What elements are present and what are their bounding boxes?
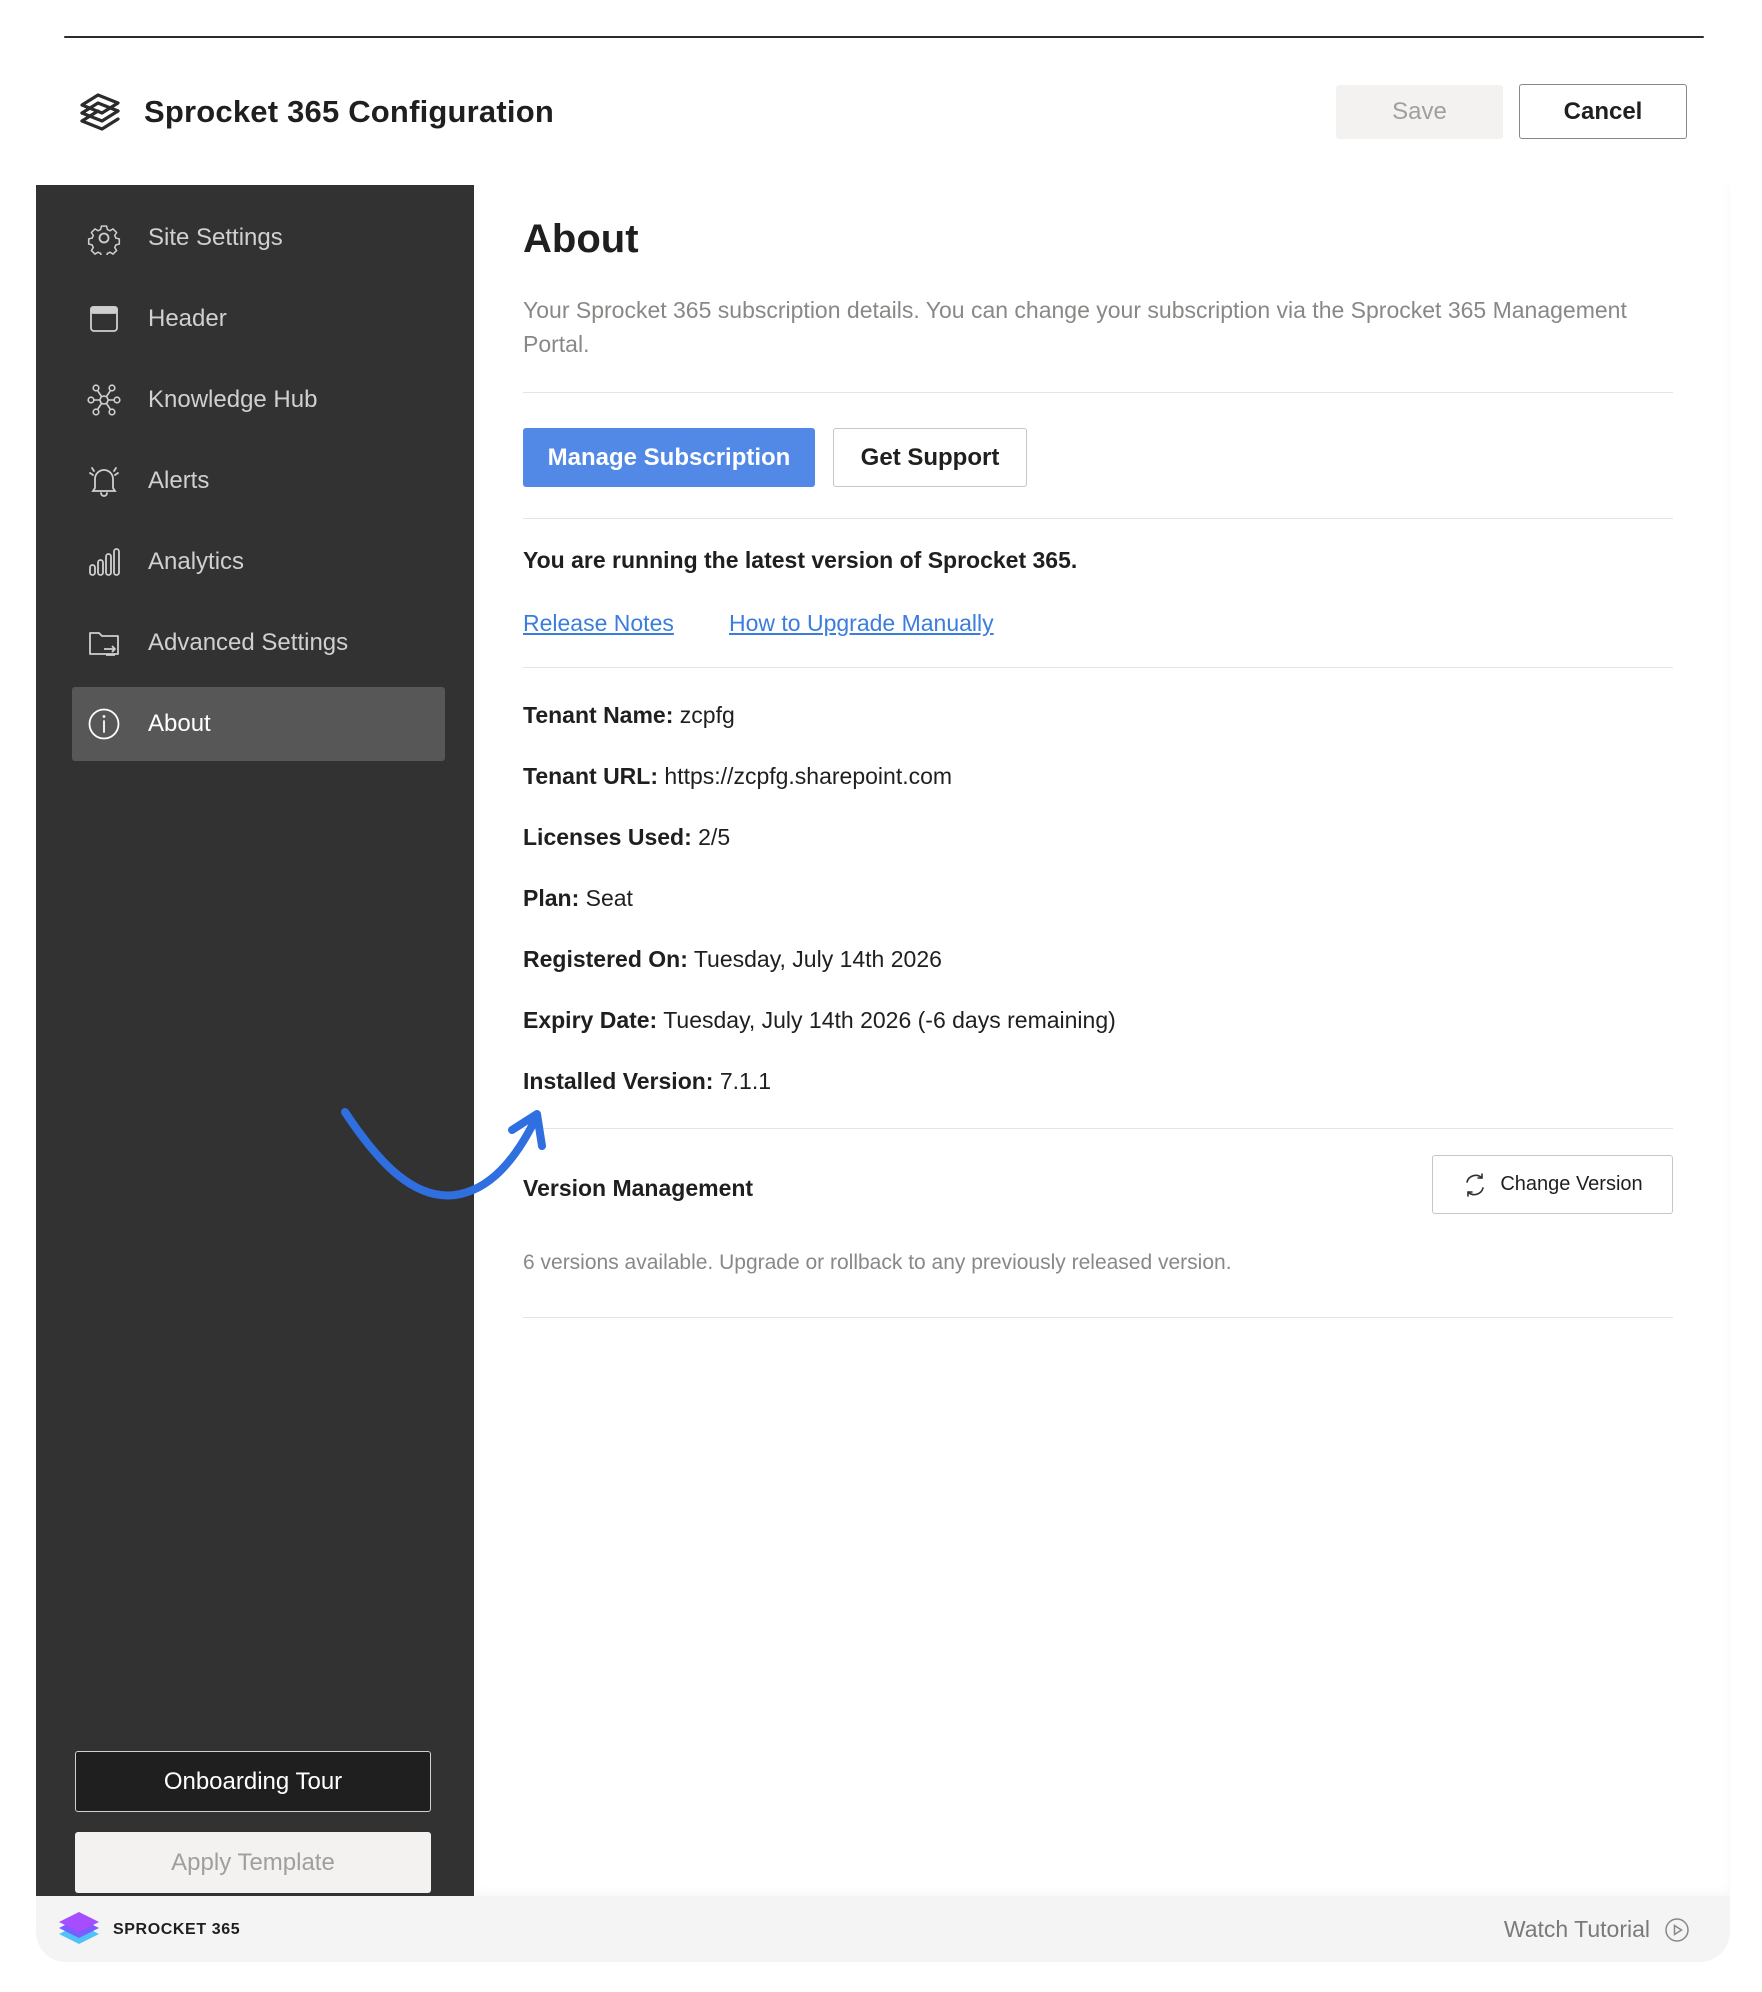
window-icon: [86, 301, 122, 337]
bell-icon: [86, 463, 122, 499]
info-value: Seat: [585, 885, 633, 911]
info-label: Plan:: [523, 885, 580, 911]
sidebar-item-alerts[interactable]: Alerts: [72, 444, 445, 518]
upgrade-manually-link[interactable]: How to Upgrade Manually: [729, 610, 994, 637]
bar-chart-icon: [86, 544, 122, 580]
plan-row: Plan: Seat: [523, 885, 633, 912]
divider: [523, 392, 1673, 393]
change-version-label: Change Version: [1500, 1173, 1643, 1195]
get-support-button[interactable]: Get Support: [833, 428, 1027, 487]
sidebar-item-label: Alerts: [148, 467, 210, 494]
sidebar-item-site-settings[interactable]: Site Settings: [72, 201, 445, 275]
info-value: Tuesday, July 14th 2026: [693, 946, 942, 972]
info-label: Registered On:: [523, 946, 688, 972]
play-circle-icon: [1665, 1917, 1689, 1942]
info-label: Licenses Used:: [523, 824, 692, 850]
info-value: zcpfg: [679, 702, 735, 728]
info-label: Tenant Name:: [523, 702, 674, 728]
manage-subscription-button[interactable]: Manage Subscription: [523, 428, 815, 487]
sidebar-item-header[interactable]: Header: [72, 282, 445, 356]
info-value: 2/5: [698, 824, 731, 850]
installed-version-row: Installed Version: 7.1.1: [523, 1068, 771, 1095]
registered-on-row: Registered On: Tuesday, July 14th 2026: [523, 946, 942, 973]
divider: [523, 518, 1673, 519]
version-management-description: 6 versions available. Upgrade or rollbac…: [523, 1251, 1232, 1274]
change-version-button[interactable]: Change Version: [1432, 1155, 1673, 1214]
expiry-date-row: Expiry Date: Tuesday, July 14th 2026 (-6…: [523, 1007, 1116, 1034]
info-label: Tenant URL:: [523, 763, 659, 789]
refresh-icon: [1466, 1172, 1485, 1197]
network-icon: [86, 382, 122, 418]
sidebar-item-label: Site Settings: [148, 224, 283, 251]
sidebar-item-label: Advanced Settings: [148, 629, 349, 656]
divider: [523, 667, 1673, 668]
version-status-message: You are running the latest version of Sp…: [523, 547, 1078, 573]
divider: [523, 1317, 1673, 1318]
info-icon: [86, 706, 122, 742]
sidebar-item-label: Knowledge Hub: [148, 386, 318, 413]
main-content: About Your Sprocket 365 subscription det…: [474, 185, 1730, 1896]
config-panel: Sprocket 365 Configuration Save Cancel S…: [36, 38, 1730, 1962]
sidebar-item-label: Analytics: [148, 548, 245, 575]
watch-tutorial-label: Watch Tutorial: [1503, 1916, 1650, 1942]
apply-template-button[interactable]: Apply Template: [75, 1832, 431, 1893]
info-label: Installed Version:: [523, 1068, 714, 1094]
tenant-url-row: Tenant URL: https://zcpfg.sharepoint.com: [523, 763, 952, 790]
sprocket-brand-logo-icon: [59, 1912, 99, 1944]
sidebar-item-label: About: [148, 710, 211, 737]
sidebar: Site Settings Header Knowledge Hub Alert…: [36, 185, 474, 1896]
page-description: Your Sprocket 365 subscription details. …: [523, 297, 1627, 357]
tenant-name-row: Tenant Name: zcpfg: [523, 702, 735, 729]
onboarding-tour-button[interactable]: Onboarding Tour: [75, 1751, 431, 1812]
sidebar-item-label: Header: [148, 305, 227, 332]
panel-footer: SPROCKET 365 Watch Tutorial: [36, 1896, 1730, 1962]
footer-brand: SPROCKET 365: [113, 1921, 241, 1938]
panel-header: Sprocket 365 Configuration Save Cancel: [36, 38, 1730, 185]
watch-tutorial-link[interactable]: Watch Tutorial: [1504, 1916, 1690, 1943]
sidebar-item-advanced-settings[interactable]: Advanced Settings: [72, 606, 445, 680]
divider: [523, 1128, 1673, 1129]
save-button[interactable]: Save: [1336, 85, 1503, 139]
release-notes-link[interactable]: Release Notes: [523, 610, 674, 637]
version-management-title: Version Management: [523, 1175, 754, 1201]
info-label: Expiry Date:: [523, 1007, 658, 1033]
page-title: About: [523, 217, 639, 261]
info-value: 7.1.1: [719, 1068, 771, 1094]
licenses-used-row: Licenses Used: 2/5: [523, 824, 730, 851]
app-title: Sprocket 365 Configuration: [144, 94, 554, 129]
info-value: https://zcpfg.sharepoint.com: [664, 763, 953, 789]
folder-sync-icon: [86, 625, 122, 661]
sprocket-logo-icon: [80, 93, 120, 131]
sidebar-item-analytics[interactable]: Analytics: [72, 525, 445, 599]
sidebar-item-about[interactable]: About: [72, 687, 445, 761]
sidebar-item-knowledge-hub[interactable]: Knowledge Hub: [72, 363, 445, 437]
gear-icon: [86, 220, 122, 256]
cancel-button[interactable]: Cancel: [1519, 84, 1687, 139]
info-value: Tuesday, July 14th 2026 (-6 days remaini…: [663, 1007, 1116, 1033]
